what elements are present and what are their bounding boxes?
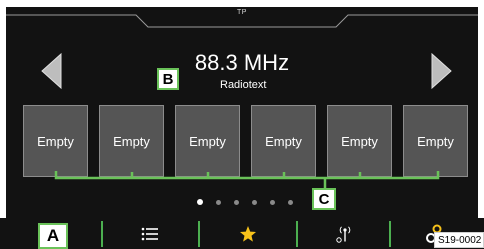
preset-bracket xyxy=(54,171,440,190)
figure: TP 88.3 MHz Radiotext Empty Empty Empty … xyxy=(0,0,484,249)
callout-c-label: C xyxy=(312,188,336,210)
figure-code: S19-0002 xyxy=(434,232,484,248)
callout-a-label: A xyxy=(38,223,68,249)
